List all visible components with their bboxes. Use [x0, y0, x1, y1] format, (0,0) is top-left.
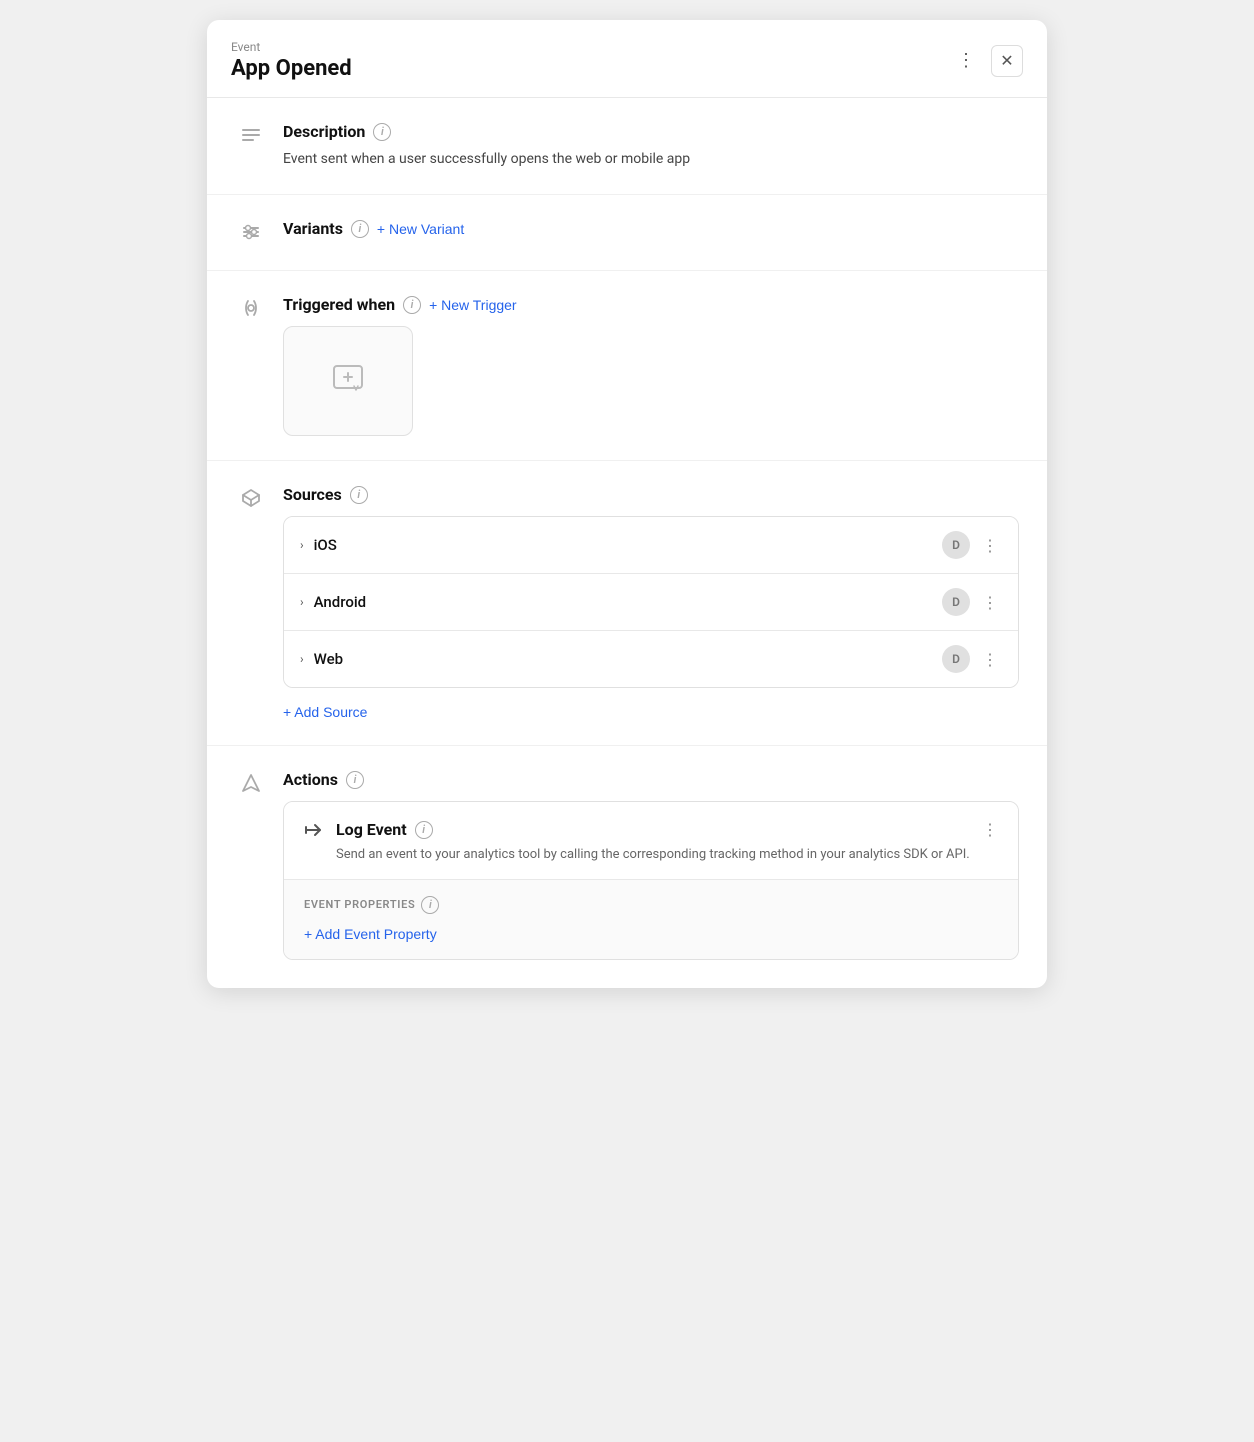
add-source-button[interactable]: + Add Source [283, 704, 367, 720]
actions-icon [235, 772, 267, 794]
source-badge-web: D [942, 645, 970, 673]
source-chevron-ios[interactable]: › [300, 538, 304, 552]
action-dots-button[interactable]: ⋮ [982, 820, 998, 839]
source-name-web: Web [314, 650, 942, 668]
action-arrow-icon [304, 822, 324, 842]
action-title-row: Log Event i [336, 820, 974, 839]
description-icon [235, 124, 267, 146]
new-trigger-button[interactable]: + New Trigger [429, 297, 517, 313]
triggered-when-title: Triggered when [283, 295, 395, 314]
add-trigger-icon [330, 360, 366, 403]
event-properties-section: EVENT PROPERTIES i + Add Event Property [284, 879, 1018, 959]
variants-body: Variants i + New Variant [283, 219, 1019, 246]
source-dots-web[interactable]: ⋮ [978, 648, 1002, 671]
actions-card: Log Event i Send an event to your analyt… [283, 801, 1019, 960]
description-title-row: Description i [283, 122, 1019, 141]
source-badge-ios: D [942, 531, 970, 559]
event-props-info-icon[interactable]: i [421, 896, 439, 914]
variants-title: Variants [283, 219, 343, 238]
source-row-ios: › iOS D ⋮ [284, 517, 1018, 574]
variants-section: Variants i + New Variant [207, 195, 1047, 271]
triggered-when-info-icon[interactable]: i [403, 296, 421, 314]
panel-content: Description i Event sent when a user suc… [207, 98, 1047, 988]
description-info-icon[interactable]: i [373, 123, 391, 141]
triggered-when-title-row: Triggered when i + New Trigger [283, 295, 1019, 314]
source-row-web: › Web D ⋮ [284, 631, 1018, 687]
source-chevron-web[interactable]: › [300, 652, 304, 666]
header-more-button[interactable]: ⋮ [949, 46, 983, 75]
action-description: Send an event to your analytics tool by … [336, 845, 974, 865]
sources-title-row: Sources i [283, 485, 1019, 504]
source-name-android: Android [314, 593, 942, 611]
header-actions: ⋮ ✕ [949, 45, 1023, 77]
variants-info-icon[interactable]: i [351, 220, 369, 238]
actions-title: Actions [283, 770, 338, 789]
sources-icon [235, 487, 267, 509]
variants-title-row: Variants i + New Variant [283, 219, 1019, 238]
description-body: Description i Event sent when a user suc… [283, 122, 1019, 170]
source-name-ios: iOS [314, 536, 942, 554]
new-variant-button[interactable]: + New Variant [377, 221, 464, 237]
source-badge-android: D [942, 588, 970, 616]
event-props-label: EVENT PROPERTIES [304, 898, 415, 911]
description-text: Event sent when a user successfully open… [283, 149, 1019, 170]
actions-section: Actions i [207, 746, 1047, 988]
header-title: App Opened [231, 56, 352, 81]
action-info-icon[interactable]: i [415, 821, 433, 839]
actions-info-icon[interactable]: i [346, 771, 364, 789]
sources-title: Sources [283, 485, 342, 504]
trigger-placeholder-card[interactable] [283, 326, 413, 436]
actions-body: Actions i [283, 770, 1019, 960]
description-title: Description [283, 122, 365, 141]
event-props-label-row: EVENT PROPERTIES i [304, 896, 998, 914]
action-log-event-header: Log Event i Send an event to your analyt… [284, 802, 1018, 879]
main-panel: Event App Opened ⋮ ✕ Description i [207, 20, 1047, 988]
panel-header: Event App Opened ⋮ ✕ [207, 20, 1047, 98]
sources-list: › iOS D ⋮ › Android D ⋮ › [283, 516, 1019, 688]
action-log-event-body: Log Event i Send an event to your analyt… [336, 820, 974, 865]
sources-body: Sources i › iOS D ⋮ › Android D [283, 485, 1019, 721]
actions-title-row: Actions i [283, 770, 1019, 789]
variants-icon [235, 221, 267, 243]
triggered-when-section: Triggered when i + New Trigger [207, 271, 1047, 461]
source-chevron-android[interactable]: › [300, 595, 304, 609]
triggered-when-body: Triggered when i + New Trigger [283, 295, 1019, 436]
sources-info-icon[interactable]: i [350, 486, 368, 504]
add-event-property-button[interactable]: + Add Event Property [304, 926, 437, 942]
close-button[interactable]: ✕ [991, 45, 1023, 77]
sources-section: Sources i › iOS D ⋮ › Android D [207, 461, 1047, 746]
trigger-placeholder-area [283, 326, 1019, 436]
description-section: Description i Event sent when a user suc… [207, 98, 1047, 195]
triggered-when-icon [235, 297, 267, 319]
source-dots-android[interactable]: ⋮ [978, 591, 1002, 614]
header-label: Event [231, 40, 352, 54]
source-row-android: › Android D ⋮ [284, 574, 1018, 631]
header-title-area: Event App Opened [231, 40, 352, 81]
action-title: Log Event [336, 820, 407, 839]
source-dots-ios[interactable]: ⋮ [978, 534, 1002, 557]
